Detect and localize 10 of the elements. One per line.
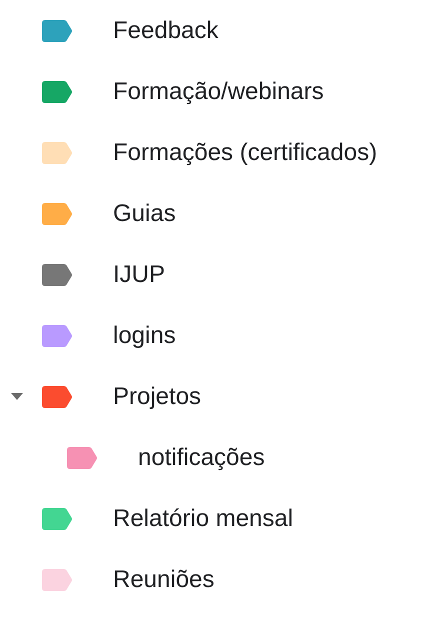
label-name[interactable]: Reuniões bbox=[113, 566, 214, 594]
label-name[interactable]: notificações bbox=[138, 444, 265, 472]
label-name[interactable]: IJUP bbox=[113, 260, 166, 288]
label-name[interactable]: Formação/webinars bbox=[113, 78, 324, 106]
label-name[interactable]: Formações (certificados) bbox=[113, 138, 378, 166]
label-name[interactable]: Projetos bbox=[113, 382, 202, 410]
label-name[interactable]: Feedback bbox=[113, 16, 218, 44]
label-name[interactable]: logins bbox=[113, 322, 176, 350]
label-name[interactable]: Relatório mensal bbox=[113, 504, 294, 532]
label-name[interactable]: Guias bbox=[113, 200, 176, 228]
